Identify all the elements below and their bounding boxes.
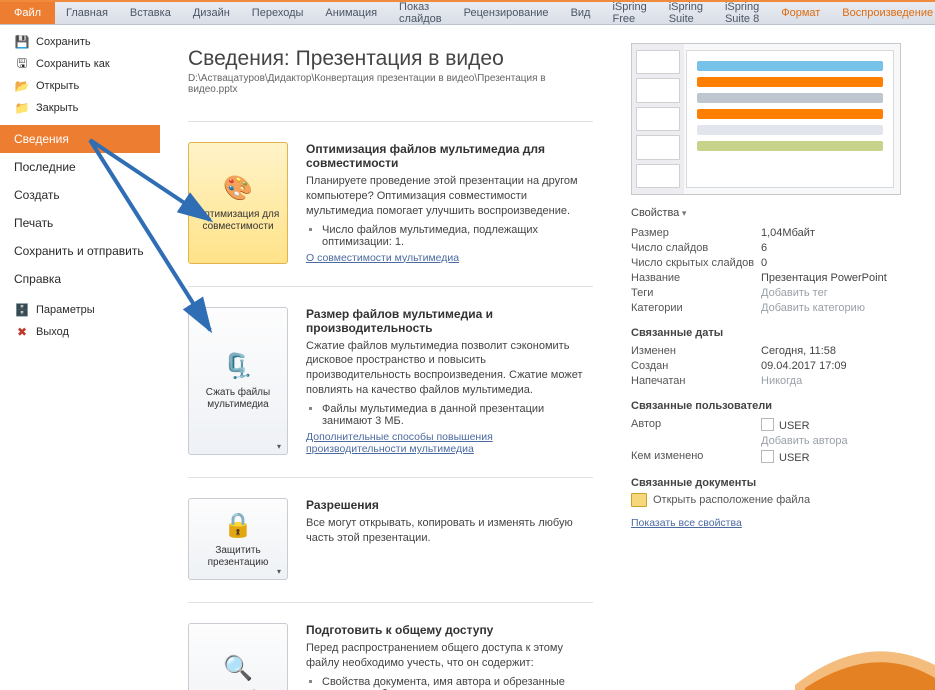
sidebar-info[interactable]: Сведения <box>0 125 160 153</box>
options-icon: 🗄️ <box>14 302 30 318</box>
backstage-sidebar: 💾Сохранить 🖫Сохранить как 📂Открыть 📁Закр… <box>0 25 160 690</box>
folder-icon <box>631 493 647 507</box>
add-author[interactable]: Добавить автора <box>761 435 921 447</box>
palette-icon: 🎨 <box>222 173 254 205</box>
tab-home[interactable]: Главная <box>55 2 119 24</box>
tab-animations[interactable]: Анимация <box>314 2 388 24</box>
tab-design[interactable]: Дизайн <box>182 2 241 24</box>
sidebar-new[interactable]: Создать <box>0 181 160 209</box>
chevron-down-icon: ▾ <box>277 567 281 576</box>
section-optimize: 🎨 Оптимизация для совместимости Оптимиза… <box>188 121 593 286</box>
tab-slideshow[interactable]: Показ слайдов <box>388 2 453 24</box>
related-users-heading: Связанные пользователи <box>631 400 921 412</box>
exit-icon: ✖ <box>14 324 30 340</box>
sidebar-save-send[interactable]: Сохранить и отправить <box>0 237 160 265</box>
tab-insert[interactable]: Вставка <box>119 2 182 24</box>
author-avatar-icon <box>761 450 774 463</box>
tab-ispring-free[interactable]: iSpring Free <box>601 2 657 24</box>
sidebar-exit[interactable]: ✖Выход <box>0 321 160 343</box>
sidebar-options[interactable]: 🗄️Параметры <box>0 299 160 321</box>
author-avatar-icon <box>761 418 774 431</box>
related-dates-heading: Связанные даты <box>631 327 921 339</box>
save-as-icon: 🖫 <box>14 56 30 72</box>
optimize-compat-button[interactable]: 🎨 Оптимизация для совместимости <box>188 142 288 264</box>
tab-review[interactable]: Рецензирование <box>453 2 560 24</box>
compress-help-link[interactable]: Дополнительные способы повышения произво… <box>306 431 493 455</box>
sidebar-close[interactable]: 📁Закрыть <box>0 97 160 119</box>
compress-icon: 🗜️ <box>222 351 254 383</box>
protect-presentation-button[interactable]: 🔒 Защитить презентацию ▾ <box>188 498 288 580</box>
section-inspect: 🔍 Поиск проблем ▾ Подготовить к общему д… <box>188 602 593 690</box>
sidebar-open[interactable]: 📂Открыть <box>0 75 160 97</box>
section-protect: 🔒 Защитить презентацию ▾ Разрешения Все … <box>188 477 593 602</box>
tab-transitions[interactable]: Переходы <box>241 2 315 24</box>
tab-playback[interactable]: Воспроизведение <box>831 2 935 24</box>
page-title: Сведения: Презентация в видео <box>188 47 593 71</box>
sidebar-help[interactable]: Справка <box>0 265 160 293</box>
corner-swoosh-icon <box>795 630 935 690</box>
tab-ispring-suite[interactable]: iSpring Suite <box>658 2 714 24</box>
tab-format[interactable]: Формат <box>770 2 831 24</box>
permissions-heading: Разрешения <box>306 498 593 512</box>
sidebar-print[interactable]: Печать <box>0 209 160 237</box>
show-all-properties-link[interactable]: Показать все свойства <box>631 517 742 529</box>
lock-icon: 🔒 <box>222 509 254 541</box>
tab-ispring-suite-8[interactable]: iSpring Suite 8 <box>714 2 770 24</box>
open-icon: 📂 <box>14 78 30 94</box>
file-tab[interactable]: Файл <box>0 2 55 24</box>
add-category[interactable]: Добавить категорию <box>761 302 921 314</box>
save-icon: 💾 <box>14 34 30 50</box>
section-compress: 🗜️ Сжать файлы мультимедиа ▾ Размер файл… <box>188 286 593 477</box>
compress-heading: Размер файлов мультимедиа и производител… <box>306 307 593 335</box>
sidebar-save-as[interactable]: 🖫Сохранить как <box>0 53 160 75</box>
ribbon: Файл Главная Вставка Дизайн Переходы Ани… <box>0 2 935 25</box>
inspect-icon: 🔍 <box>222 653 254 685</box>
file-path: D:\Аствацатуров\Дидактор\Конвертация пре… <box>188 73 593 95</box>
share-heading: Подготовить к общему доступу <box>306 623 593 637</box>
properties-dropdown[interactable]: Свойства <box>631 207 921 219</box>
optimize-help-link[interactable]: О совместимости мультимедиа <box>306 252 459 264</box>
presentation-thumbnail <box>631 43 901 195</box>
chevron-down-icon: ▾ <box>277 442 281 451</box>
related-docs-heading: Связанные документы <box>631 477 921 489</box>
tab-view[interactable]: Вид <box>560 2 602 24</box>
compress-media-button[interactable]: 🗜️ Сжать файлы мультимедиа ▾ <box>188 307 288 455</box>
open-file-location[interactable]: Открыть расположение файла <box>631 493 921 507</box>
close-icon: 📁 <box>14 100 30 116</box>
sidebar-save[interactable]: 💾Сохранить <box>0 31 160 53</box>
sidebar-recent[interactable]: Последние <box>0 153 160 181</box>
info-panel: Сведения: Презентация в видео D:\Астваца… <box>160 25 621 690</box>
add-tag[interactable]: Добавить тег <box>761 287 921 299</box>
check-issues-button[interactable]: 🔍 Поиск проблем ▾ <box>188 623 288 690</box>
properties-panel: Свойства Размер1,04Мбайт Число слайдов6 … <box>621 25 935 690</box>
optimize-heading: Оптимизация файлов мультимедиа для совме… <box>306 142 593 170</box>
